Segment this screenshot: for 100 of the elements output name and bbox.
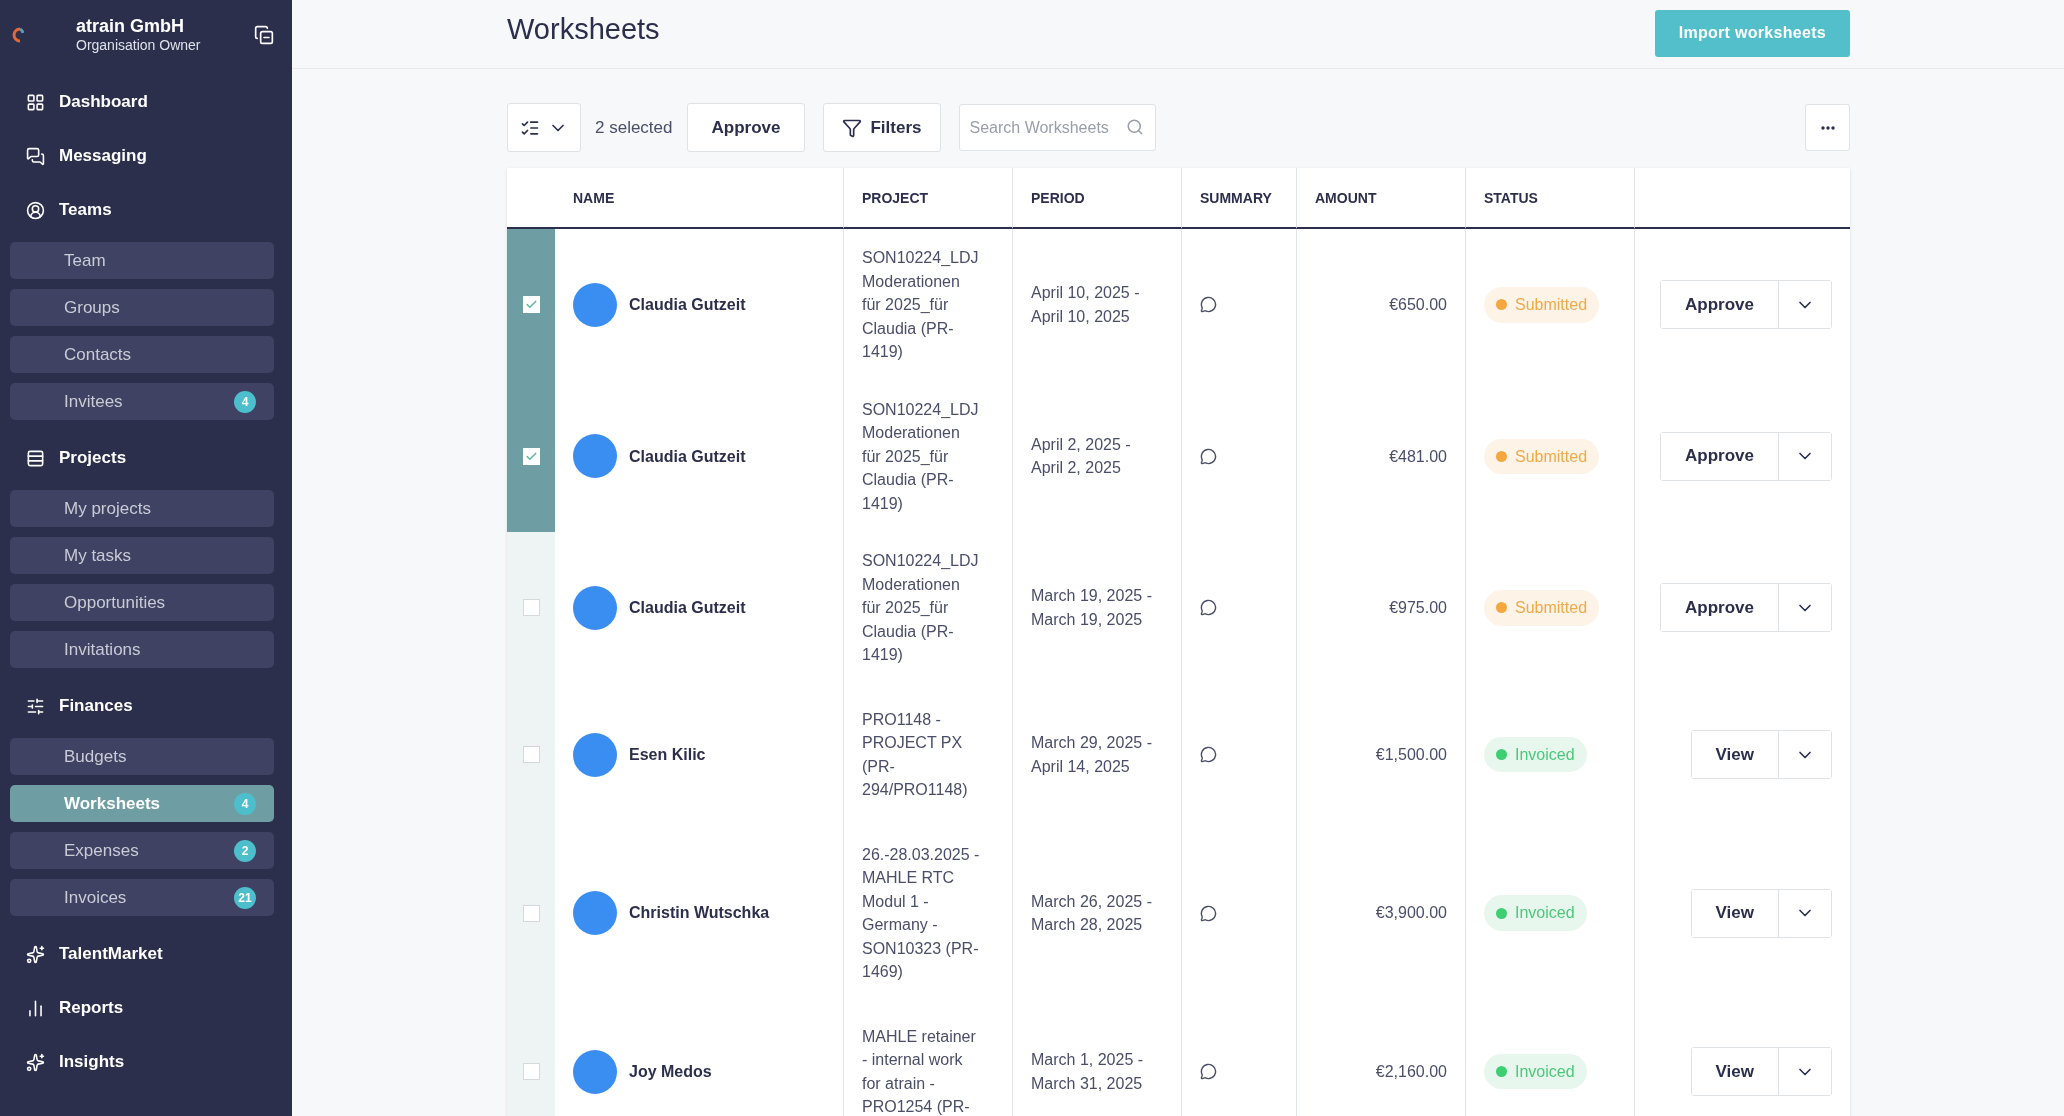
column-header: SUMMARY: [1181, 168, 1296, 229]
amount-text: €650.00: [1389, 295, 1447, 315]
nav-subitem[interactable]: Groups: [10, 289, 274, 326]
avatar: [573, 434, 617, 479]
nav-subitem[interactable]: Invitees 4: [10, 383, 274, 420]
comment-icon[interactable]: [1200, 904, 1217, 922]
nav-subitem[interactable]: Invoices 21: [10, 879, 274, 916]
org-name: atrain GmbH: [76, 16, 186, 37]
nav-item[interactable]: Projects: [0, 431, 292, 485]
nav-subitem-label: Expenses: [64, 840, 139, 861]
avatar: [573, 732, 617, 777]
period-text: March 26, 2025 - March 28, 2025: [1031, 891, 1153, 935]
row-checkbox[interactable]: [522, 904, 540, 922]
row-checkbox[interactable]: [522, 746, 540, 763]
comment-icon[interactable]: [1200, 296, 1217, 314]
nav-subitem-label: Budgets: [64, 746, 127, 767]
row-action-button[interactable]: Approve: [1661, 281, 1779, 329]
comment-icon[interactable]: [1200, 447, 1217, 465]
count-badge: 2: [234, 839, 256, 862]
nav-subitem-label: Invoices: [64, 887, 127, 908]
avatar: [573, 585, 617, 630]
column-header: PROJECT: [843, 168, 1012, 229]
status-badge: Submitted: [1484, 287, 1600, 323]
nav-item[interactable]: Finances: [0, 679, 292, 733]
nav-subitem-label: Opportunities: [64, 592, 166, 613]
nav-subitem[interactable]: Team: [10, 242, 274, 279]
person-name: Claudia Gutzeit: [629, 598, 746, 618]
project-text: PRO1148 - PROJECT PX (PR-294/PRO1148): [862, 709, 969, 800]
nav-item[interactable]: TalentMarket: [0, 927, 292, 981]
status-dot: [1496, 602, 1507, 614]
action-split-button[interactable]: View: [1690, 888, 1832, 938]
row-action-button[interactable]: Approve: [1661, 584, 1779, 632]
nav-subitem[interactable]: Expenses 2: [10, 832, 274, 869]
status-dot: [1496, 299, 1507, 311]
row-action-button[interactable]: View: [1691, 1048, 1779, 1095]
switch-org-icon[interactable]: [254, 24, 274, 45]
column-header: STATUS: [1465, 168, 1634, 229]
project-text: 26.-28.03.2025 - MAHLE RTC Modul 1 - Germany - SON10323 (PR-1469): [862, 844, 981, 982]
action-split-button[interactable]: Approve: [1660, 583, 1832, 633]
nav-subitem[interactable]: Contacts: [10, 336, 274, 373]
person-name: Christin Wutschka: [629, 903, 770, 924]
nav-subitem[interactable]: My projects: [10, 490, 274, 527]
period-text: March 19, 2025 - March 19, 2025: [1031, 586, 1153, 630]
row-action-button[interactable]: View: [1691, 731, 1779, 778]
status-dot: [1496, 1066, 1507, 1077]
nav-item[interactable]: Teams: [0, 183, 292, 237]
count-badge: 4: [234, 792, 256, 815]
amount-text: €481.00: [1389, 446, 1447, 467]
status-dot: [1496, 907, 1507, 919]
action-split-button[interactable]: View: [1690, 730, 1832, 779]
nav-subitem-label: My tasks: [64, 545, 132, 566]
nav-subitem-label: Team: [64, 250, 106, 271]
action-split-button[interactable]: Approve: [1660, 431, 1832, 481]
nav-item[interactable]: Reports: [0, 981, 292, 1035]
row-action-button[interactable]: View: [1691, 889, 1779, 937]
nav-item[interactable]: Dashboard: [0, 75, 292, 129]
nav-item[interactable]: Insights: [0, 1035, 292, 1089]
person-name: Claudia Gutzeit: [629, 295, 746, 315]
nav-subitem-label: Contacts: [64, 344, 132, 365]
amount-text: €975.00: [1389, 598, 1447, 618]
avatar: [573, 891, 617, 935]
nav-subitem[interactable]: My tasks: [10, 537, 274, 574]
amount-text: €1,500.00: [1375, 744, 1447, 765]
filters-button[interactable]: Filters: [823, 103, 941, 152]
filter-icon: [842, 117, 863, 138]
project-text: SON10224_LDJ Moderationen für 2025_für Claudia (PR-1419): [862, 248, 980, 362]
search-field[interactable]: Search Worksheets: [958, 104, 1156, 151]
row-action-button[interactable]: Approve: [1661, 432, 1779, 480]
comment-icon[interactable]: [1200, 746, 1217, 763]
sliders-icon: [26, 696, 45, 716]
column-header: NAME: [555, 168, 843, 229]
approve-button[interactable]: Approve: [686, 103, 806, 152]
nav-item[interactable]: Messaging: [0, 129, 292, 183]
user-circle-icon: [26, 200, 45, 220]
status-dot: [1496, 749, 1507, 760]
nav-subitem[interactable]: Opportunities: [10, 584, 274, 621]
comment-icon[interactable]: [1200, 1063, 1217, 1080]
amount-text: €2,160.00: [1375, 1061, 1447, 1082]
bar-chart-icon: [26, 998, 45, 1018]
nav-subitem[interactable]: Invitations: [10, 631, 274, 668]
grid-icon: [26, 92, 45, 112]
selection-count: 2 selected: [595, 117, 673, 138]
count-badge: 4: [234, 390, 256, 413]
action-split-button[interactable]: View: [1690, 1047, 1832, 1096]
status-badge: Invoiced: [1484, 736, 1587, 773]
nav-subitem[interactable]: Budgets: [10, 738, 274, 775]
org-role: Organisation Owner: [76, 37, 202, 53]
person-name: Esen Kilic: [629, 744, 706, 765]
row-checkbox[interactable]: [522, 1063, 540, 1080]
period-text: March 29, 2025 - April 14, 2025: [1031, 733, 1153, 777]
action-split-button[interactable]: Approve: [1660, 280, 1832, 330]
more-button[interactable]: [1805, 104, 1850, 151]
bulk-select-button[interactable]: [507, 103, 581, 152]
person-name: Claudia Gutzeit: [629, 446, 746, 467]
row-checkbox[interactable]: [522, 599, 540, 617]
comment-icon[interactable]: [1200, 599, 1217, 617]
period-text: March 1, 2025 - March 31, 2025: [1031, 1050, 1145, 1094]
column-header: PERIOD: [1012, 168, 1181, 229]
project-text: MAHLE retainer - internal work for atrain - PRO1254 (PR-: [862, 1026, 977, 1116]
period-text: April 10, 2025 - April 10, 2025: [1031, 283, 1141, 327]
